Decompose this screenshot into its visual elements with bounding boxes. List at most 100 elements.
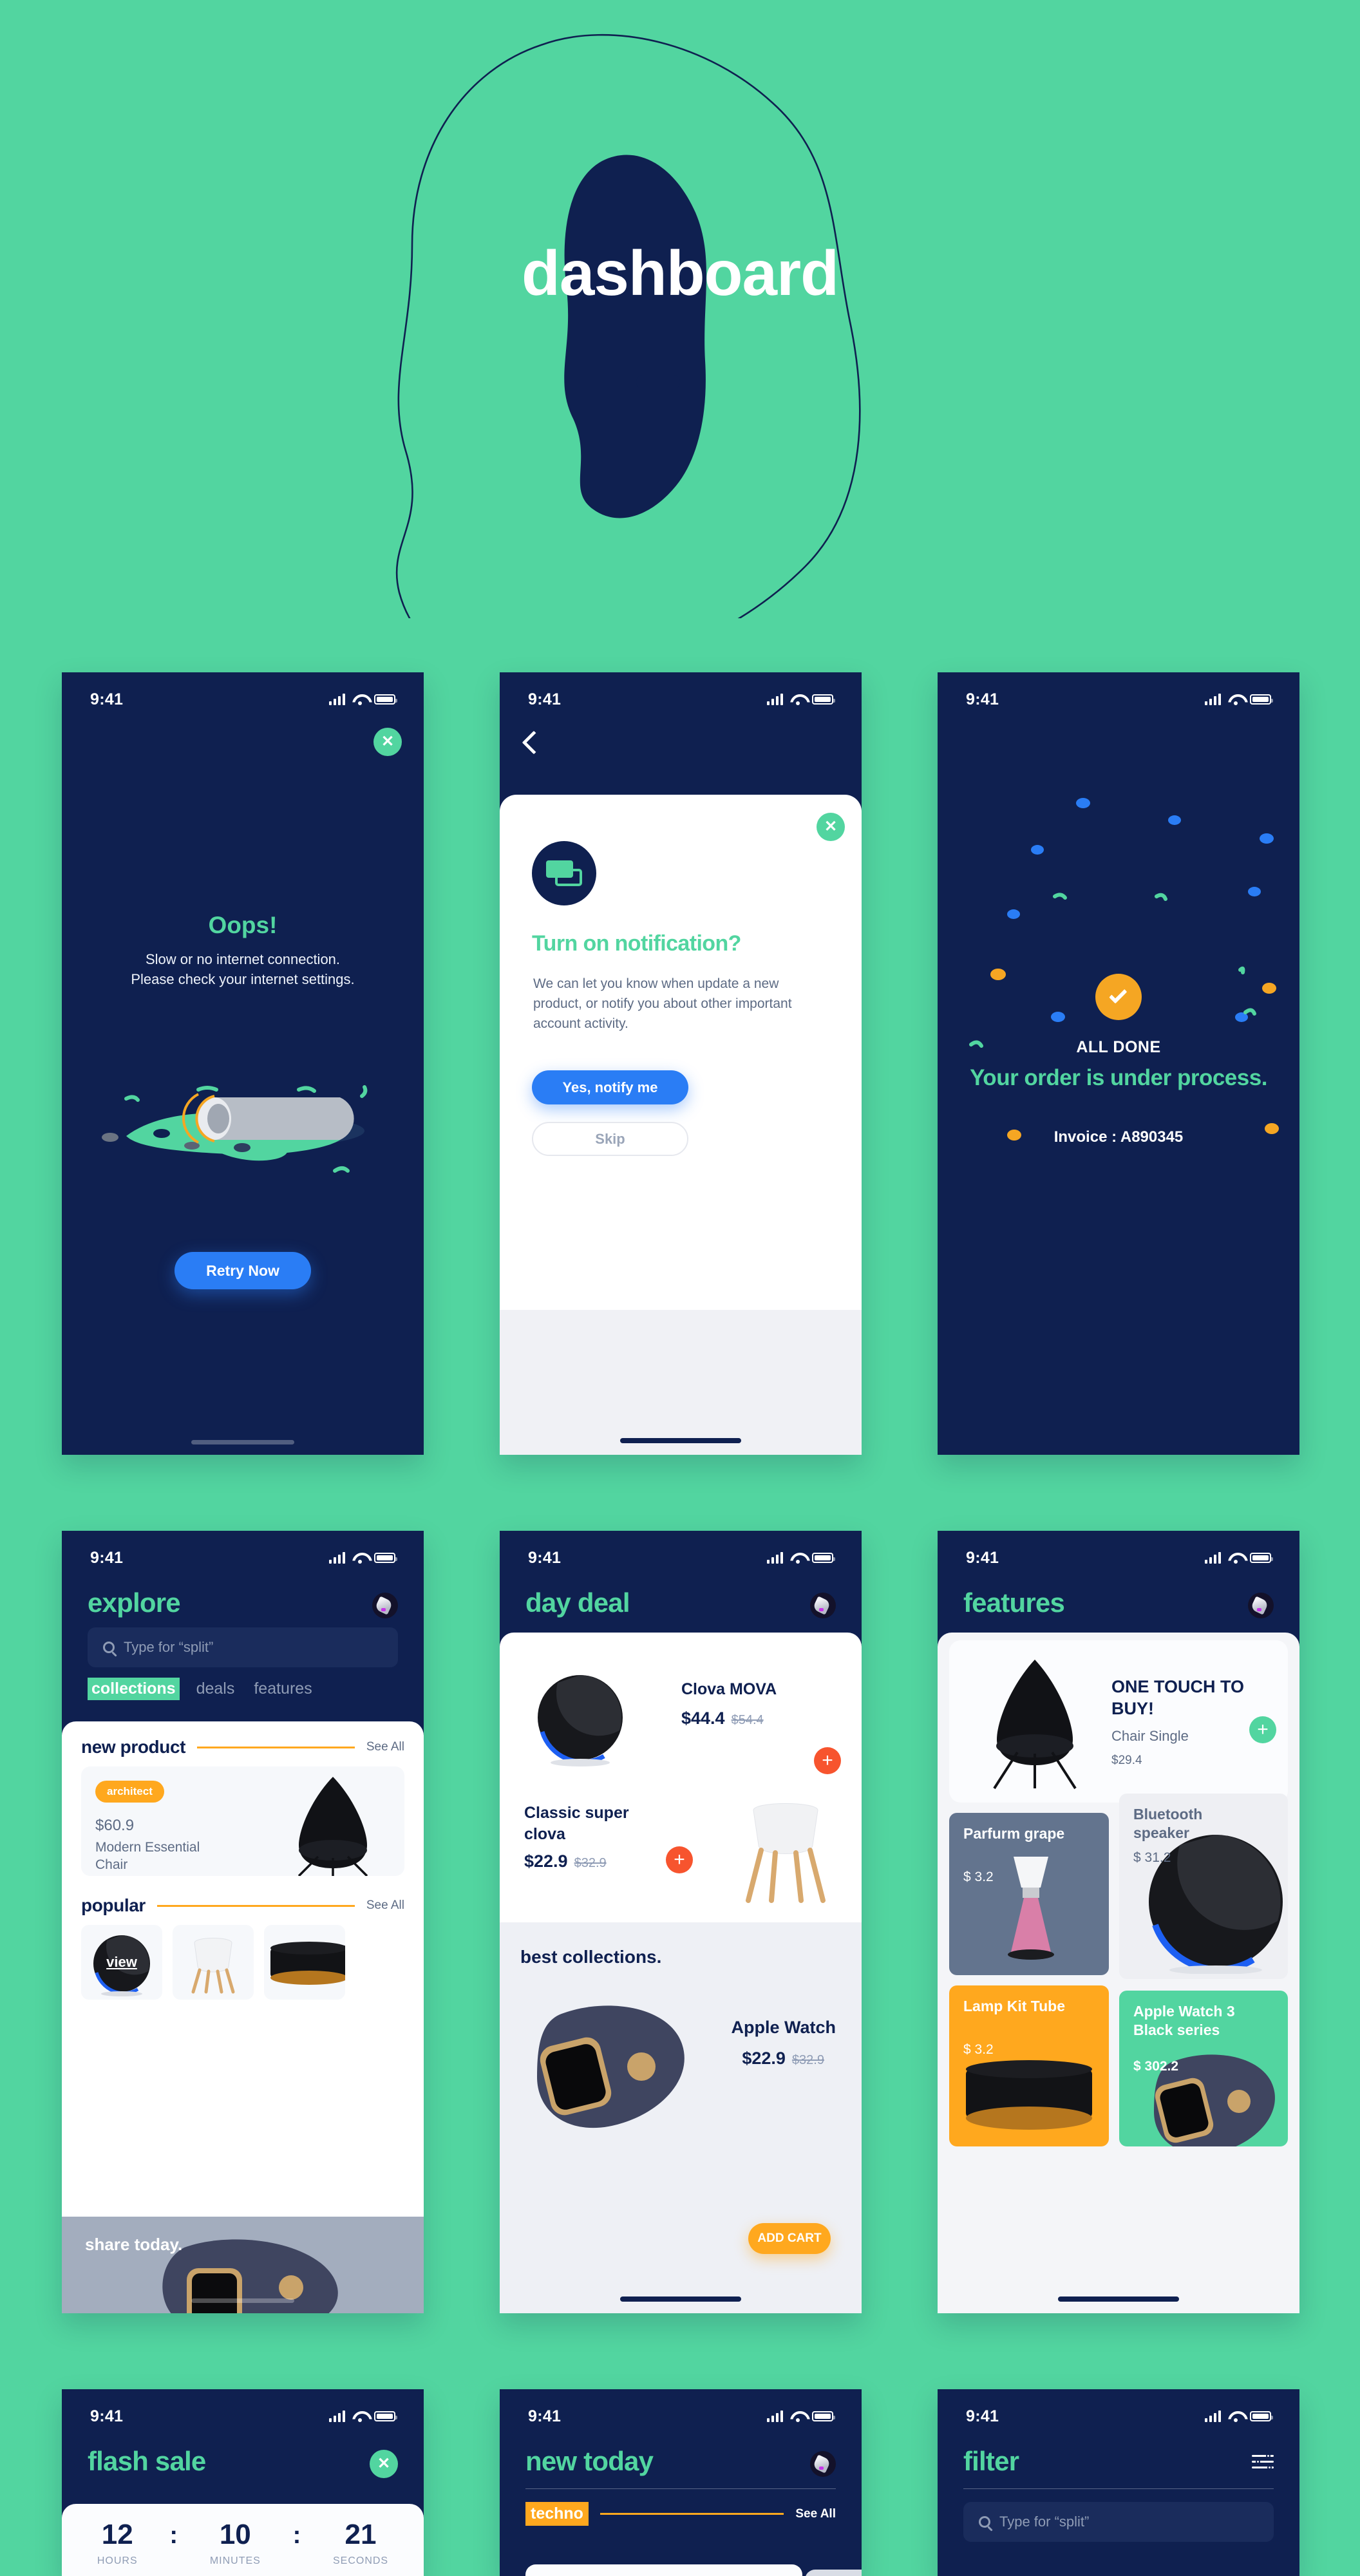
feature-hero-card[interactable]: ONE TOUCH TO BUY! Chair Single $29.4 + bbox=[949, 1640, 1288, 1803]
thumb-white-chair[interactable] bbox=[173, 1925, 254, 2000]
wifi-icon bbox=[790, 694, 805, 705]
product-card[interactable] bbox=[525, 2564, 802, 2576]
add-cart-button[interactable]: ADD CART bbox=[748, 2223, 831, 2254]
status-time: 9:41 bbox=[90, 1548, 124, 1567]
add-to-cart-button[interactable]: + bbox=[666, 1846, 693, 1873]
product-card-featured[interactable]: architect $60.9 Modern Essential Chair bbox=[81, 1766, 404, 1876]
search-input[interactable]: Type for “split” bbox=[88, 1627, 398, 1667]
notify-me-button[interactable]: Yes, notify me bbox=[532, 1070, 688, 1104]
deal-item-price: $44.4 $54.4 bbox=[681, 1709, 764, 1728]
drop-chair-image bbox=[993, 1660, 1077, 1790]
product-price: $60.9 bbox=[95, 1817, 135, 1834]
skip-button[interactable]: Skip bbox=[532, 1122, 688, 1156]
signal-icon bbox=[1205, 1552, 1221, 1564]
tab-features[interactable]: features bbox=[251, 1678, 314, 1700]
feature-headline: ONE TOUCH TO BUY! bbox=[1111, 1677, 1245, 1718]
see-all-link[interactable]: See All bbox=[795, 2507, 836, 2521]
retry-button[interactable]: Retry Now bbox=[175, 1252, 311, 1289]
battery-icon bbox=[812, 1553, 835, 1563]
countdown-value: 10 bbox=[219, 2519, 251, 2550]
best-item-name: Apple Watch bbox=[731, 2018, 836, 2037]
feature-product-price: $29.4 bbox=[1111, 1754, 1142, 1767]
order-title: Your order is under process. bbox=[970, 1065, 1267, 1090]
category-tag[interactable]: techno bbox=[525, 2502, 589, 2526]
status-bar: 9:41 bbox=[500, 672, 862, 715]
tile-parfum-grape[interactable]: Parfurm grape $ 3.2 bbox=[949, 1813, 1109, 1975]
apple-watch-image bbox=[1154, 2054, 1275, 2146]
tile-lamp-kit-tube[interactable]: Lamp Kit Tube $ 3.2 bbox=[949, 1985, 1109, 2146]
status-time: 9:41 bbox=[528, 1548, 562, 1567]
feature-product-name: Chair Single bbox=[1111, 1728, 1189, 1744]
app-header: flash sale ✕ bbox=[62, 2432, 424, 2478]
white-chair-image bbox=[191, 1938, 235, 1994]
view-overlay-label[interactable]: view bbox=[106, 1954, 137, 1971]
avatar[interactable] bbox=[810, 1593, 836, 1618]
tile-price: $ 31.2 bbox=[1133, 1850, 1171, 1865]
offline-subtitle-line-2: Please check your internet settings. bbox=[131, 971, 355, 988]
avatar[interactable] bbox=[810, 2451, 836, 2477]
search-placeholder: Type for “split” bbox=[124, 1639, 214, 1655]
thumb-lamp[interactable] bbox=[264, 1925, 345, 2000]
battery-icon bbox=[812, 2411, 835, 2421]
page-title: flash sale bbox=[88, 2446, 206, 2476]
section-popular: popular See All bbox=[62, 1876, 424, 1916]
screen-features: 9:41 features ONE TOUCH TO BUY! Chair Si… bbox=[938, 1531, 1299, 2313]
notification-body: We can let you know when update a new pr… bbox=[533, 976, 792, 1032]
countdown-hours: 12 HOURS bbox=[97, 2521, 138, 2567]
page-title: new today bbox=[525, 2446, 654, 2476]
countdown-label: HOURS bbox=[97, 2555, 138, 2566]
signal-icon bbox=[329, 1552, 345, 1564]
avatar[interactable] bbox=[372, 1593, 398, 1618]
page-title: filter bbox=[963, 2446, 1019, 2476]
deal-item-name: Clova MOVA bbox=[681, 1680, 777, 1698]
app-header: features bbox=[938, 1573, 1299, 1618]
product-card-peek[interactable] bbox=[805, 2570, 862, 2576]
add-to-cart-button[interactable]: + bbox=[1249, 1716, 1276, 1743]
wifi-icon bbox=[352, 694, 367, 705]
battery-icon bbox=[812, 694, 835, 705]
search-icon bbox=[979, 2516, 990, 2528]
page-title: day deal bbox=[525, 1587, 630, 1618]
tab-deals[interactable]: deals bbox=[194, 1678, 238, 1700]
order-status-label: ALL DONE bbox=[1076, 1038, 1161, 1056]
section-techno: techno See All bbox=[500, 2489, 862, 2526]
speaker-image bbox=[1149, 1835, 1283, 1974]
section-rule bbox=[156, 1904, 355, 1907]
tab-collections[interactable]: collections bbox=[88, 1678, 180, 1700]
countdown-separator: : bbox=[169, 2521, 178, 2549]
add-to-cart-button[interactable]: + bbox=[814, 1747, 841, 1774]
product-name: Modern Essential Chair bbox=[95, 1840, 200, 1873]
search-input[interactable]: Type for “split” bbox=[963, 2502, 1274, 2542]
close-button[interactable]: ✕ bbox=[817, 813, 845, 841]
close-button[interactable]: ✕ bbox=[373, 728, 402, 756]
status-bar: 9:41 bbox=[62, 672, 424, 715]
signal-icon bbox=[329, 2410, 345, 2422]
explore-content: new product See All architect $60.9 Mode… bbox=[62, 1721, 424, 2217]
see-all-link[interactable]: See All bbox=[366, 1740, 404, 1754]
status-bar: 9:41 bbox=[62, 1531, 424, 1573]
see-all-link[interactable]: See All bbox=[366, 1899, 404, 1913]
offline-subtitle-line-1: Slow or no internet connection. bbox=[145, 951, 341, 967]
pink-lamp-image bbox=[1008, 1857, 1054, 1960]
back-button[interactable] bbox=[522, 730, 546, 755]
status-bar: 9:41 bbox=[62, 2389, 424, 2432]
tab-bar: collections deals features bbox=[88, 1678, 398, 1700]
battery-icon bbox=[374, 694, 397, 705]
tile-bluetooth-speaker[interactable]: Bluetooth speaker $ 31.2 bbox=[1119, 1794, 1288, 1979]
wifi-icon bbox=[352, 1553, 367, 1564]
signal-icon bbox=[767, 694, 783, 705]
filter-sliders-icon[interactable] bbox=[1252, 2454, 1274, 2470]
tile-apple-watch[interactable]: Apple Watch 3 Black series $ 302.2 bbox=[1119, 1991, 1288, 2146]
signal-icon bbox=[767, 1552, 783, 1564]
screen-new-today: 9:41 new today techno See All bbox=[500, 2389, 862, 2576]
countdown-timer: 12 HOURS : 10 MINUTES : 21 SECONDS bbox=[62, 2504, 424, 2567]
countdown-label: SECONDS bbox=[332, 2555, 389, 2566]
screen-offline: 9:41 ✕ Oops! Slow or no internet connect… bbox=[62, 672, 424, 1455]
thumb-speaker[interactable]: view bbox=[81, 1925, 162, 2000]
app-header: explore bbox=[62, 1573, 424, 1618]
signal-icon bbox=[1205, 2410, 1221, 2422]
status-bar: 9:41 bbox=[938, 1531, 1299, 1573]
avatar[interactable] bbox=[1248, 1593, 1274, 1618]
close-button[interactable]: ✕ bbox=[370, 2450, 398, 2478]
status-time: 9:41 bbox=[528, 690, 562, 708]
